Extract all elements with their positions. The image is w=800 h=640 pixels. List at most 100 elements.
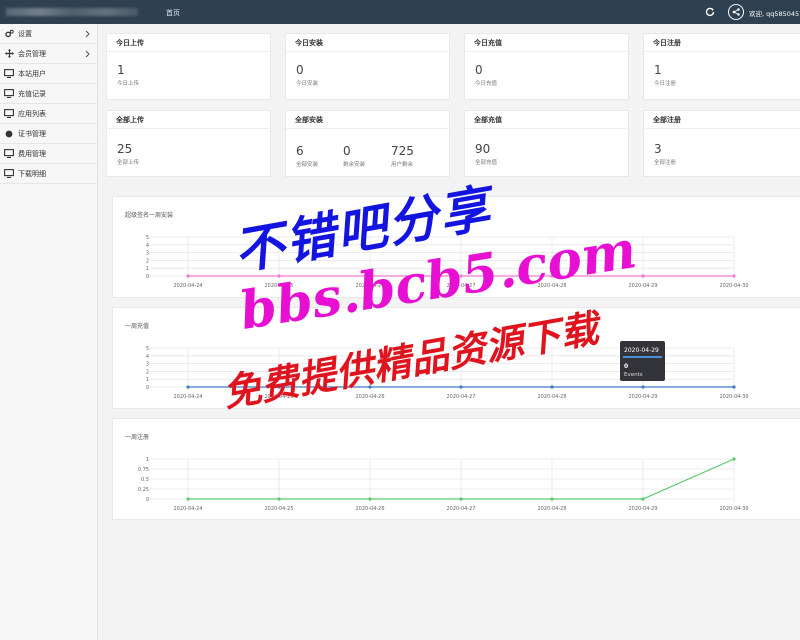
tooltip-date: 2020-04-29 [624, 347, 659, 354]
user-avatar-icon[interactable] [728, 4, 744, 20]
x-tick-label: 2020-04-26 [355, 283, 384, 289]
stat-card-total-upload: 全部上传 25 全部上传 [106, 110, 271, 177]
y-tick-label: 5 [146, 346, 149, 352]
y-tick-label: 3 [146, 362, 149, 368]
x-tick-label: 2020-04-24 [173, 394, 202, 400]
sidebar-item-label: 设置 [18, 29, 32, 38]
chart-weekly-recharge: 0123452020-04-24 2020-04-25 2020-04-26 2020… [146, 346, 749, 400]
stat-card-today-install: 今日安装 0 今日安装 [285, 33, 450, 100]
data-point [368, 274, 372, 278]
x-tick-label: 2020-04-27 [446, 506, 475, 512]
stat-label: 剩余安装 [343, 162, 366, 168]
card-title: 全部注册 [644, 111, 800, 129]
chevron-right-icon [85, 30, 90, 40]
card-subtitle: 全部充值 [475, 160, 498, 166]
x-tick-label: 2020-04-25 [264, 506, 293, 512]
tooltip-label: Events [624, 372, 643, 378]
refresh-icon[interactable] [704, 6, 716, 18]
y-tick-label: 0.5 [141, 477, 149, 483]
sidebar-item-members[interactable]: 会员管理 [0, 44, 97, 64]
stat-value: 6 [296, 144, 304, 158]
card-subtitle: 今日注册 [654, 81, 677, 87]
monitor-icon [4, 109, 14, 119]
data-point [186, 385, 190, 389]
card-value: 1 [117, 63, 125, 77]
y-tick-label: 2 [146, 369, 149, 375]
stat-card-total-install: 全部安装 6 全部安装 0 剩余安装 725 用户剩余 [285, 110, 450, 177]
data-point [550, 385, 554, 389]
chart-weekly-register: 0 0.25 0.5 0.75 1 2020-04-24 2020-04-25 2020-04… [138, 457, 749, 512]
stat-card-today-recharge: 今日充值 0 今日充值 [464, 33, 629, 100]
tooltip-value: 0 [624, 363, 629, 370]
x-tick-label: 2020-04-24 [173, 506, 202, 512]
monitor-icon [4, 169, 14, 179]
y-tick-label: 4 [146, 243, 149, 249]
stat-remaining-install: 0 剩余安装 [343, 144, 365, 168]
sidebar-item-label: 充值记录 [18, 89, 46, 98]
sidebar-item-app-list[interactable]: 应用列表 [0, 104, 97, 124]
card-title: 今日充值 [465, 34, 628, 52]
stat-card-total-recharge: 全部充值 90 全部充值 [464, 110, 629, 177]
card-title: 全部上传 [107, 111, 270, 129]
y-tick-label: 4 [146, 354, 149, 360]
card-subtitle: 全部上传 [117, 160, 140, 166]
x-tick-label: 2020-04-30 [719, 506, 748, 512]
y-tick-label: 0 [146, 497, 149, 503]
sidebar-item-recharge-records[interactable]: 充值记录 [0, 84, 97, 104]
stat-value: 0 [343, 144, 351, 158]
monitor-icon [4, 69, 14, 79]
y-tick-label: 0.75 [138, 467, 149, 473]
gears-icon [4, 29, 14, 39]
sidebar-item-label: 应用列表 [18, 109, 46, 118]
data-point [368, 385, 372, 389]
chart-tooltip: 2020-04-29 0 Events [620, 341, 665, 381]
card-value: 90 [475, 142, 491, 156]
sidebar-item-label: 会员管理 [18, 49, 46, 58]
sidebar-item-settings[interactable]: 设置 [0, 24, 97, 44]
stat-card-today-register: 今日注册 1 今日注册 [643, 33, 800, 100]
card-value: 25 [117, 142, 133, 156]
sidebar-item-label: 下载明细 [18, 169, 46, 178]
move-icon [4, 49, 14, 59]
x-tick-label: 2020-04-25 [264, 283, 293, 289]
data-point [732, 457, 736, 461]
card-title: 全部安装 [286, 111, 449, 129]
y-tick-label: 3 [146, 251, 149, 257]
chart-panel-weekly-recharge: 一周充值 0 1 2 3 4 5 2020-04-24 2020-04-25 2020-04-2… [112, 307, 800, 409]
top-navbar: 首页 欢迎, qq5850457 ▾ [0, 0, 800, 24]
card-title: 今日上传 [107, 34, 270, 52]
y-tick-label: 5 [146, 235, 149, 241]
tooltip-divider [623, 356, 662, 358]
stat-user-remaining: 725 用户剩余 [391, 144, 414, 168]
card-title: 全部充值 [465, 111, 628, 129]
x-tick-label: 2020-04-26 [355, 394, 384, 400]
stat-card-today-upload: 今日上传 1 今日上传 [106, 33, 271, 100]
stat-total-install: 6 全部安装 [296, 144, 318, 168]
sidebar-item-site-users[interactable]: 本站用户 [0, 64, 97, 84]
sidebar-item-label: 费用管理 [18, 149, 46, 158]
sidebar-item-fees[interactable]: 费用管理 [0, 144, 97, 164]
chart-panel-weekly-register: 一周注册 0 0.25 0.5 0.75 1 2020-04-24 2020-04-25 20… [112, 418, 800, 520]
x-tick-label: 2020-04-25 [264, 394, 293, 400]
card-title: 今日安装 [286, 34, 449, 52]
data-point [186, 497, 190, 501]
tab-home[interactable]: 首页 [166, 8, 180, 18]
sidebar: 设置 会员管理 本站用户 充值记录 应用列表 证书管理 费用管理 下载明细 [0, 24, 98, 640]
card-subtitle: 今日上传 [117, 81, 140, 87]
data-point [186, 274, 190, 278]
x-tick-label: 2020-04-26 [355, 506, 384, 512]
card-subtitle: 今日安装 [296, 81, 319, 87]
user-menu[interactable]: 欢迎, qq5850457 ▾ [749, 8, 800, 18]
site-logo-blurred [6, 8, 138, 16]
y-tick-label: 0 [146, 274, 149, 280]
sidebar-item-download-details[interactable]: 下载明细 [0, 164, 97, 184]
sidebar-item-certificates[interactable]: 证书管理 [0, 124, 97, 144]
y-tick-label: 2 [146, 258, 149, 264]
x-tick-label: 2020-04-27 [446, 394, 475, 400]
sidebar-item-label: 证书管理 [18, 129, 46, 138]
y-tick-label: 1 [146, 266, 149, 272]
data-point [641, 497, 645, 501]
x-tick-label: 2020-04-29 [628, 283, 657, 289]
y-tick-label: 0.25 [138, 487, 149, 493]
data-point [459, 497, 463, 501]
